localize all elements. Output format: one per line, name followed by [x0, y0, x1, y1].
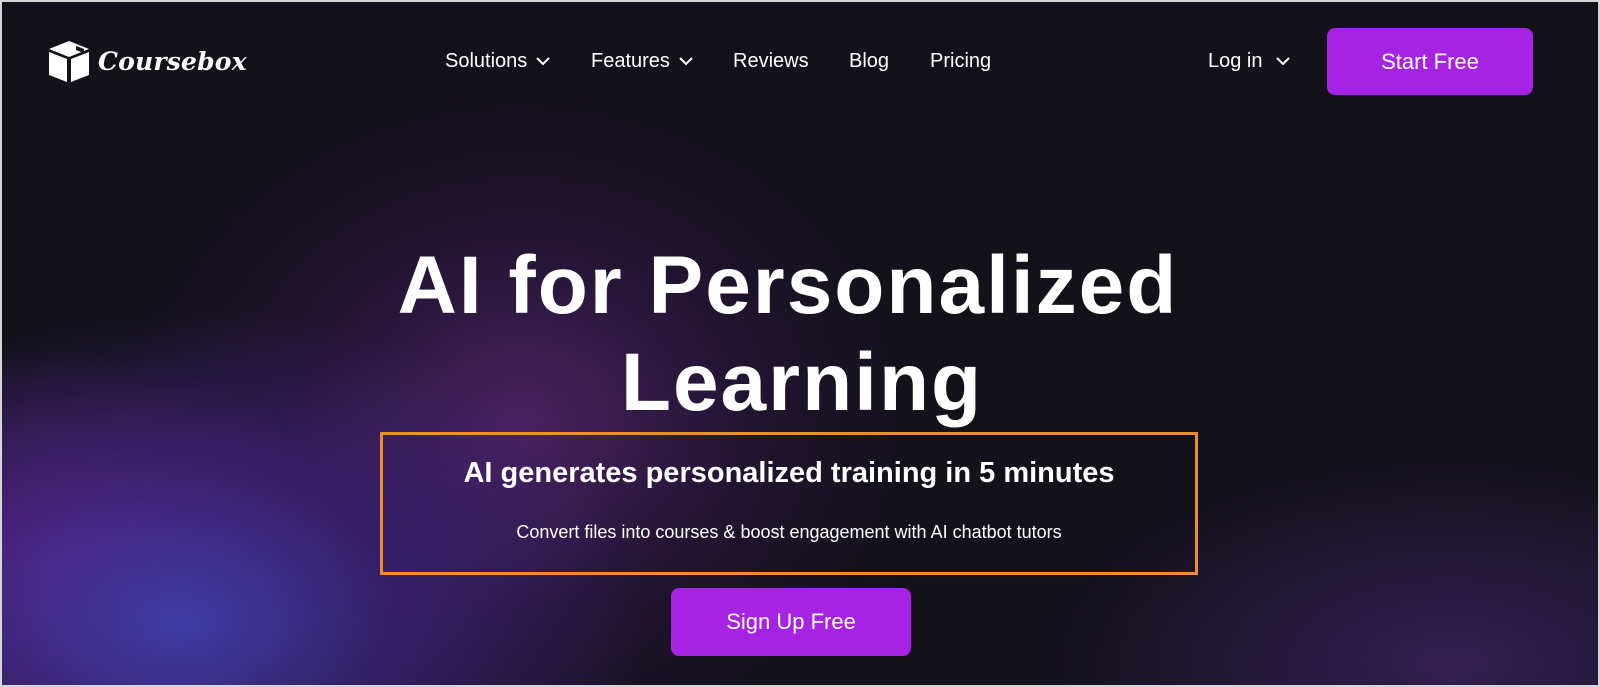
nav-item-label: Features: [591, 50, 670, 72]
login-label: Log in: [1208, 50, 1263, 72]
page-frame: Coursebox Solutions Features Reviews Blo…: [0, 0, 1600, 687]
chevron-down-icon: [1275, 57, 1290, 66]
sign-up-free-button[interactable]: Sign Up Free: [671, 588, 911, 656]
hero-description: Convert files into courses & boost engag…: [516, 522, 1062, 542]
chevron-down-icon: [679, 57, 693, 66]
chevron-down-icon: [536, 57, 550, 66]
nav-item-label: Pricing: [930, 50, 992, 72]
nav-item-reviews[interactable]: Reviews: [733, 46, 809, 76]
nav-item-label: Reviews: [733, 50, 809, 72]
hero-subheading: AI generates personalized training in 5 …: [463, 457, 1115, 489]
hero-title-line1: AI for Personalized: [397, 240, 1179, 331]
hero-title-line2: Learning: [620, 337, 984, 428]
nav-item-label: Blog: [849, 50, 890, 72]
start-free-button[interactable]: Start Free: [1327, 28, 1533, 95]
highlight-box: AI generates personalized training in 5 …: [380, 432, 1198, 575]
nav-item-pricing[interactable]: Pricing: [930, 46, 991, 76]
nav-item-label: Solutions: [445, 50, 528, 72]
nav-item-features[interactable]: Features: [591, 46, 694, 76]
login-menu[interactable]: Log in: [1208, 46, 1291, 76]
nav-item-solutions[interactable]: Solutions: [445, 46, 551, 76]
nav-item-blog[interactable]: Blog: [849, 46, 889, 76]
